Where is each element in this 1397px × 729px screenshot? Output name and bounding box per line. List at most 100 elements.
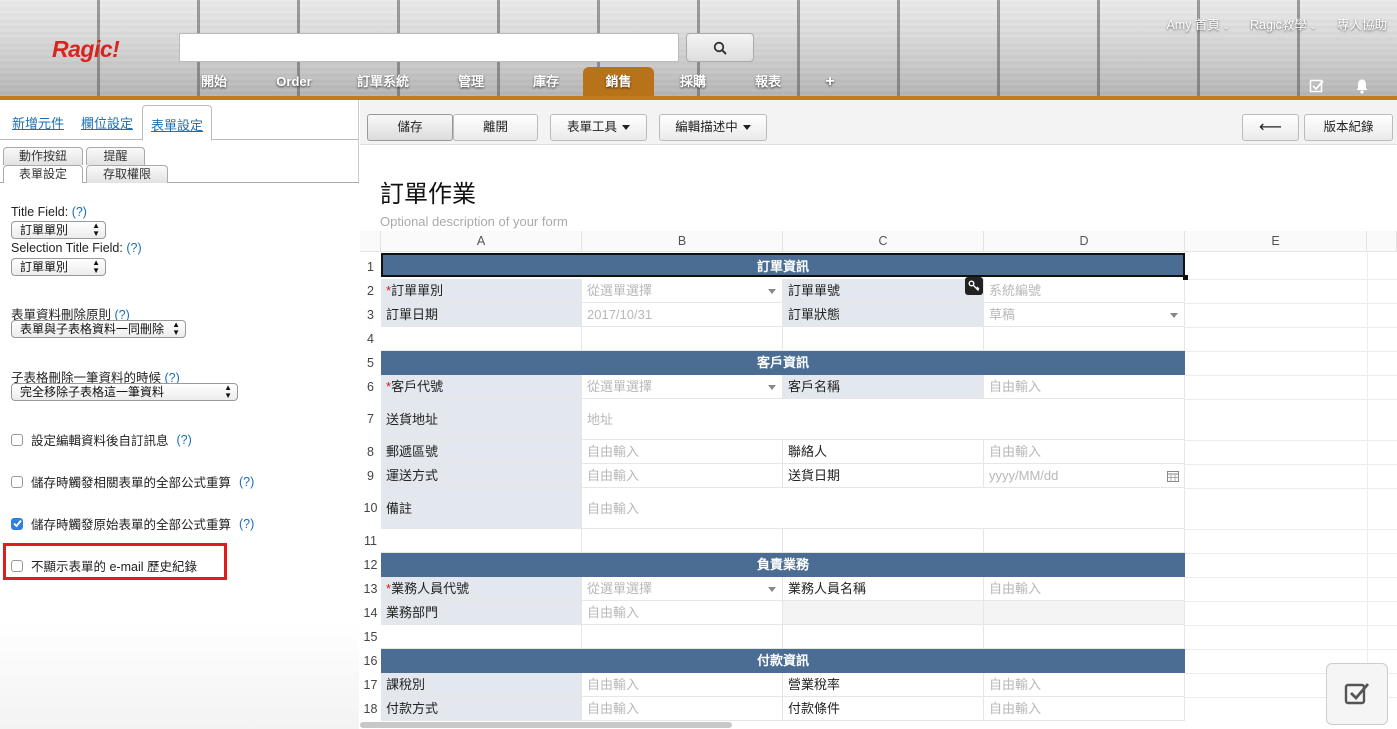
section-header[interactable]: 負責業務 — [381, 553, 1185, 577]
empty-cell[interactable] — [582, 529, 783, 553]
title-field-select[interactable]: 訂單單別 ▲ ▼ — [11, 221, 106, 239]
empty-cell[interactable] — [381, 625, 582, 649]
column-header[interactable]: D — [984, 231, 1185, 252]
empty-cell[interactable] — [381, 327, 582, 351]
help-link[interactable]: (?) — [177, 433, 192, 447]
column-header[interactable]: E — [1185, 231, 1367, 252]
search-input[interactable] — [179, 33, 679, 62]
empty-cell[interactable] — [984, 601, 1185, 625]
auto-number-field[interactable]: 系統編號 — [984, 279, 1185, 303]
column-header[interactable]: B — [582, 231, 783, 252]
date-field[interactable]: yyyy/MM/dd — [984, 464, 1185, 488]
leave-button[interactable]: 離開 — [453, 114, 538, 141]
recalc-related-checkbox[interactable] — [11, 475, 23, 488]
subtab-reminders[interactable]: 提醒 — [86, 147, 145, 165]
tab-form-settings[interactable]: 表單設定 — [142, 105, 213, 141]
field-label[interactable]: 客戶名稱 — [783, 375, 984, 399]
empty-cell[interactable] — [783, 529, 984, 553]
key-icon[interactable] — [965, 277, 983, 295]
empty-cell[interactable] — [582, 327, 783, 351]
tab-add-field[interactable]: 新增元件 — [12, 113, 64, 132]
text-field[interactable]: 自由輸入 — [582, 440, 783, 464]
notes-field[interactable]: 自由輸入 — [582, 488, 1185, 529]
empty-cell[interactable] — [582, 625, 783, 649]
nav-start[interactable]: 開始 — [190, 67, 238, 96]
custom-message-checkbox[interactable] — [11, 433, 23, 446]
field-label[interactable]: 運送方式 — [381, 464, 582, 488]
field-label[interactable]: 備註 — [381, 488, 582, 529]
version-history-button[interactable]: 版本紀錄 — [1304, 114, 1393, 141]
tutorial-link[interactable]: Ragic教學 ⌄ — [1250, 14, 1317, 33]
bell-icon[interactable] — [1354, 78, 1370, 94]
field-label[interactable]: 付款方式 — [381, 697, 582, 721]
column-header[interactable]: C — [783, 231, 984, 252]
field-label[interactable]: 聯絡人 — [783, 440, 984, 464]
text-field[interactable]: 自由輸入 — [984, 577, 1185, 601]
nav-manage[interactable]: 管理 — [446, 67, 496, 96]
horizontal-scrollbar[interactable] — [360, 722, 732, 728]
back-arrow-icon[interactable]: ⟵ — [1242, 114, 1299, 141]
field-label[interactable]: 訂單單號 — [783, 279, 984, 303]
empty-cell[interactable] — [984, 327, 1185, 351]
selection-title-select[interactable]: 訂單單別 ▲ ▼ — [11, 258, 106, 276]
checklist-icon[interactable] — [1309, 78, 1325, 94]
text-field[interactable]: 自由輸入 — [984, 375, 1185, 399]
support-link[interactable]: 專人協助 — [1337, 14, 1387, 33]
text-field[interactable]: 自由輸入 — [582, 673, 783, 697]
delete-rule-select[interactable]: 表單與子表格資料一同刪除 ▲ ▼ — [11, 320, 186, 338]
nav-inventory[interactable]: 庫存 — [521, 67, 571, 96]
status-select[interactable]: 草稿 — [984, 303, 1185, 327]
nav-purchase[interactable]: 採購 — [668, 67, 718, 96]
empty-cell[interactable] — [381, 529, 582, 553]
help-link[interactable]: (?) — [239, 517, 254, 531]
field-label[interactable]: 課稅別 — [381, 673, 582, 697]
select-field[interactable]: 從選單選擇 — [582, 279, 783, 303]
form-title[interactable]: 訂單作業 — [380, 174, 476, 209]
edit-description-button[interactable]: 編輯描述中 — [659, 114, 767, 141]
tab-field-settings[interactable]: 欄位設定 — [81, 113, 133, 132]
field-label[interactable]: 訂單日期 — [381, 303, 582, 327]
subtable-delete-select[interactable]: 完全移除子表格這一筆資料 ▲ ▼ — [11, 383, 238, 401]
field-label[interactable]: *訂單單別 — [381, 279, 582, 303]
empty-cell[interactable] — [783, 601, 984, 625]
empty-cell[interactable] — [984, 529, 1185, 553]
section-header[interactable]: 付款資訊 — [381, 649, 1185, 673]
field-label[interactable]: 業務人員名稱 — [783, 577, 984, 601]
field-label[interactable]: 郵遞區號 — [381, 440, 582, 464]
search-button[interactable] — [686, 33, 754, 62]
subtab-form-settings[interactable]: 表單設定 — [3, 165, 83, 183]
select-field[interactable]: 從選單選擇 — [582, 577, 783, 601]
section-header[interactable]: 訂單資訊 — [381, 253, 1185, 277]
help-link[interactable]: (?) — [239, 475, 254, 489]
help-link[interactable]: (?) — [72, 205, 87, 219]
field-label[interactable]: 業務部門 — [381, 601, 582, 625]
ragic-logo[interactable]: Ragic! — [52, 36, 120, 63]
select-field[interactable]: 從選單選擇 — [582, 375, 783, 399]
form-description[interactable]: Optional description of your form — [380, 214, 568, 229]
section-header[interactable]: 客戶資訊 — [381, 351, 1185, 375]
subtab-action-buttons[interactable]: 動作按鈕 — [3, 147, 83, 165]
field-label[interactable]: 訂單狀態 — [783, 303, 984, 327]
form-tools-button[interactable]: 表單工具 — [550, 114, 647, 141]
calendar-icon[interactable] — [1167, 470, 1179, 482]
empty-cell[interactable] — [984, 625, 1185, 649]
nav-reports[interactable]: 報表 — [743, 67, 793, 96]
empty-cell[interactable] — [783, 327, 984, 351]
selection-handle[interactable] — [1183, 275, 1188, 280]
home-link[interactable]: Amy 首頁 ⌄ — [1166, 14, 1230, 33]
text-field[interactable]: 自由輸入 — [582, 601, 783, 625]
floating-save-button[interactable] — [1326, 663, 1388, 725]
text-field[interactable]: 自由輸入 — [984, 673, 1185, 697]
empty-cell[interactable] — [783, 625, 984, 649]
nav-add-tab[interactable]: + — [818, 67, 842, 96]
date-field[interactable]: 2017/10/31 — [582, 303, 783, 327]
subtab-access-rights[interactable]: 存取權限 — [86, 165, 168, 183]
field-label[interactable]: 送貨地址 — [381, 399, 582, 440]
text-field[interactable]: 自由輸入 — [582, 697, 783, 721]
field-label[interactable]: 營業稅率 — [783, 673, 984, 697]
text-field[interactable]: 自由輸入 — [984, 697, 1185, 721]
save-button[interactable]: 儲存 — [367, 114, 453, 141]
column-header[interactable]: A — [381, 231, 582, 252]
field-label[interactable]: 送貨日期 — [783, 464, 984, 488]
recalc-source-checkbox[interactable] — [11, 517, 23, 530]
